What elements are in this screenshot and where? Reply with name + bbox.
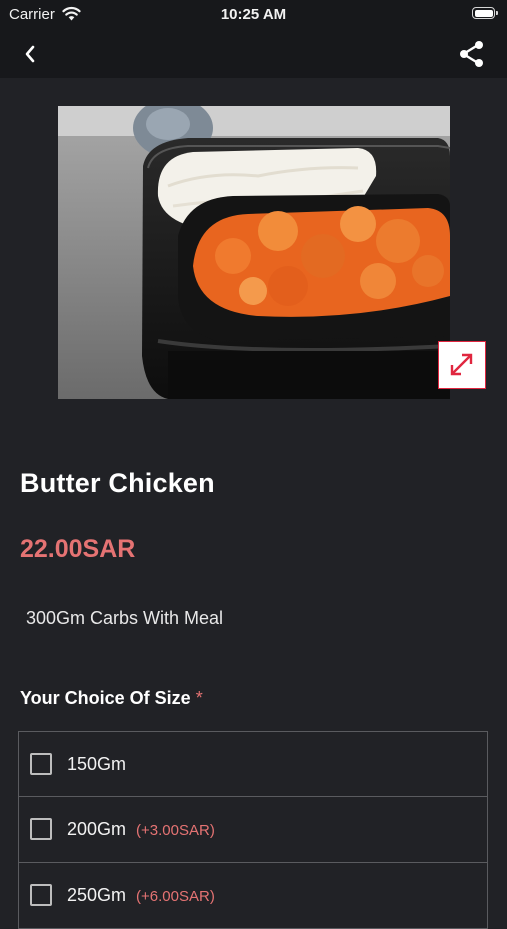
status-bar: Carrier 10:25 AM <box>0 0 507 30</box>
option-label: 150Gm <box>67 754 126 775</box>
navigation-bar <box>0 30 507 78</box>
size-option-150gm[interactable]: 150Gm <box>18 731 488 797</box>
size-choice-title: Your Choice Of Size <box>20 688 191 708</box>
chevron-left-icon <box>25 45 35 63</box>
product-description: 300Gm Carbs With Meal <box>26 608 224 628</box>
product-price: 22.00SAR <box>20 535 136 563</box>
option-name: 200Gm <box>67 819 127 839</box>
size-choice-heading: Your Choice Of Size * <box>20 688 203 709</box>
option-name: 250Gm <box>67 885 127 905</box>
battery-icon <box>472 7 498 19</box>
product-image[interactable] <box>58 106 450 399</box>
clock: 10:25 AM <box>220 6 287 23</box>
option-label: 250Gm (+6.00SAR) <box>67 885 215 906</box>
option-name: 150Gm <box>67 754 127 774</box>
option-label: 200Gm (+3.00SAR) <box>67 819 215 840</box>
share-icon <box>460 41 483 67</box>
expand-image-button[interactable] <box>438 341 486 389</box>
checkbox[interactable] <box>30 818 52 840</box>
required-marker: * <box>195 688 203 708</box>
size-options-list: 150Gm 200Gm (+3.00SAR) 250Gm (+6.00SAR) <box>18 731 488 929</box>
size-option-250gm[interactable]: 250Gm (+6.00SAR) <box>18 863 488 929</box>
checkbox[interactable] <box>30 753 52 775</box>
checkbox[interactable] <box>30 884 52 906</box>
back-button[interactable] <box>17 40 45 68</box>
product-title: Butter Chicken <box>20 468 215 498</box>
size-option-200gm[interactable]: 200Gm (+3.00SAR) <box>18 797 488 863</box>
option-extra-price: (+6.00SAR) <box>136 888 215 905</box>
share-button[interactable] <box>456 38 488 70</box>
option-extra-price: (+3.00SAR) <box>136 822 215 839</box>
expand-arrows-icon <box>450 353 473 376</box>
